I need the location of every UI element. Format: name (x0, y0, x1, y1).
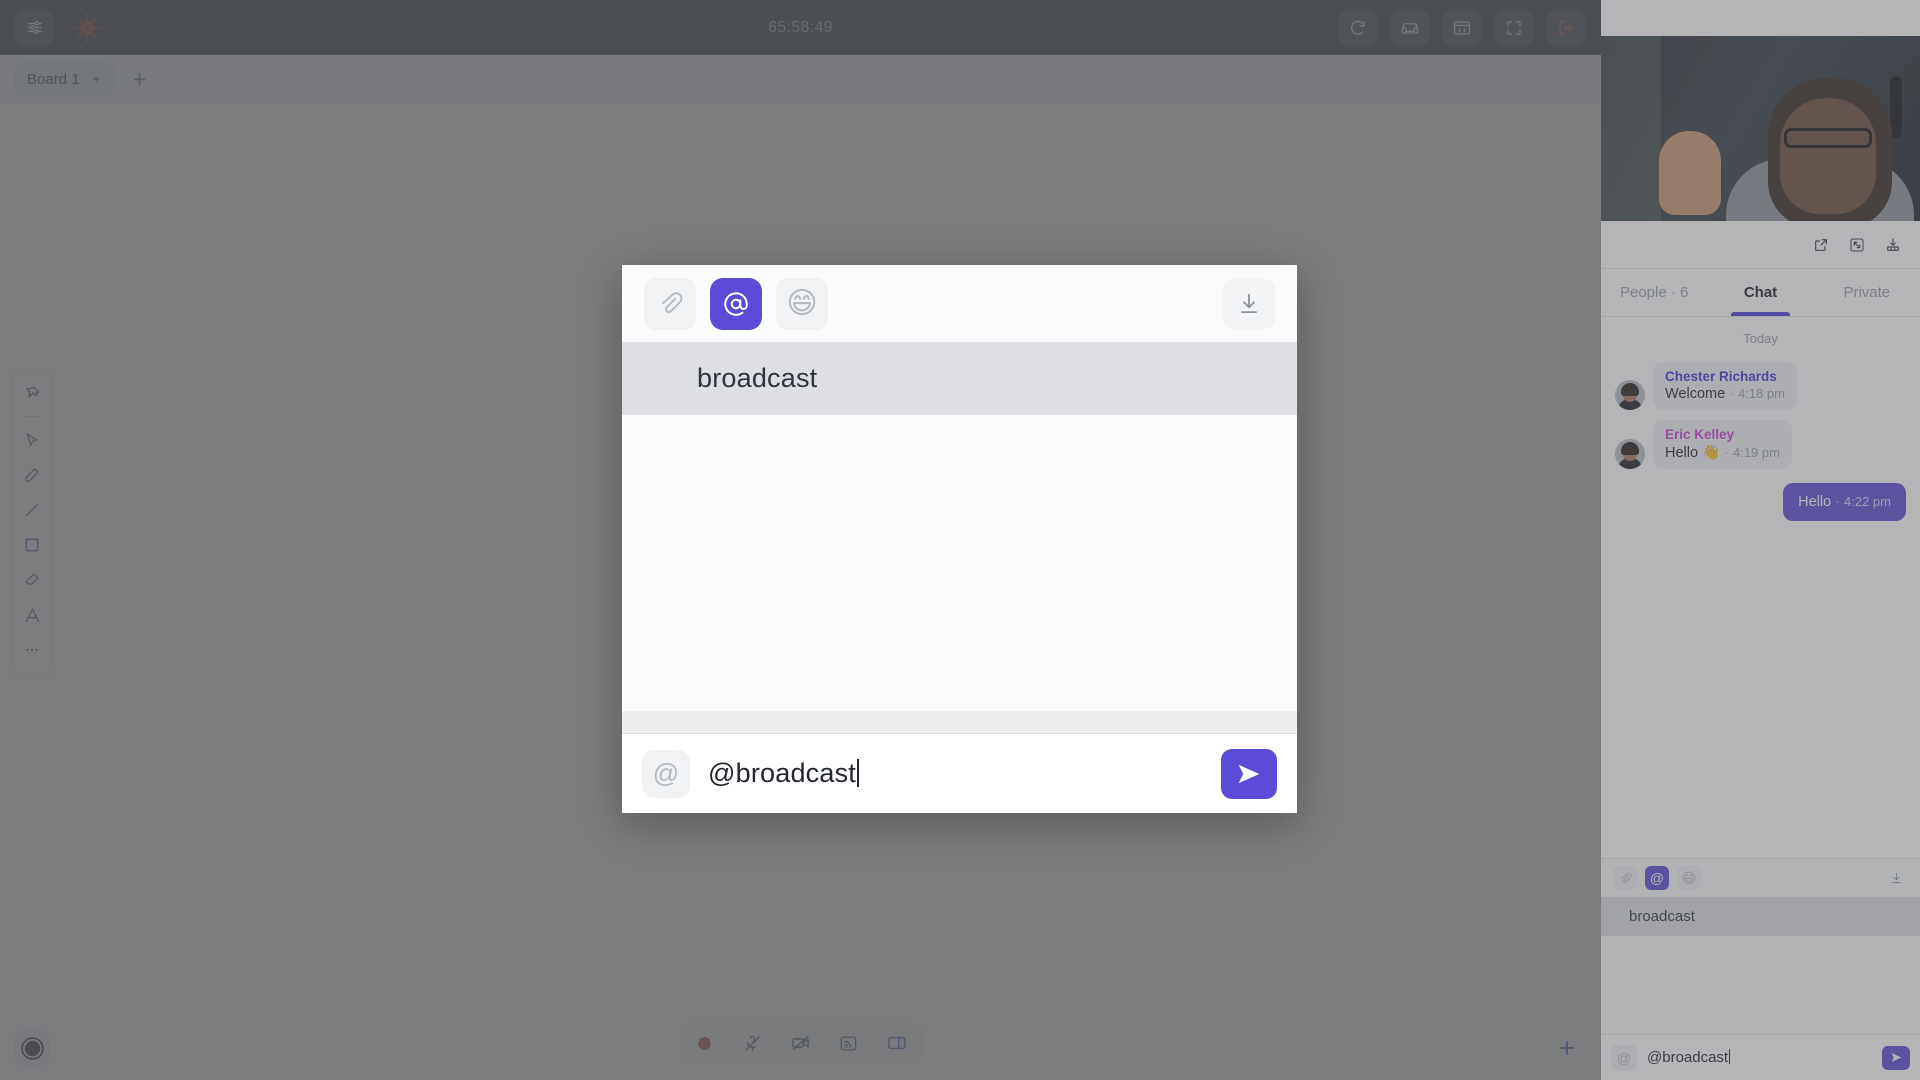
attach-button[interactable] (644, 277, 696, 330)
video-tile[interactable] (1601, 36, 1920, 221)
tab-chat[interactable]: Chat (1707, 269, 1813, 316)
attach-button[interactable] (1613, 866, 1637, 890)
composer-toolbar: @ 😄 (1601, 859, 1920, 897)
tab-private-label: Private (1843, 284, 1891, 301)
screen-root: + Board 1 + (0, 0, 1920, 1080)
download-chat-button[interactable] (1223, 277, 1275, 330)
emoji-button[interactable]: 😄 (1677, 866, 1701, 890)
mention-button[interactable]: @ (1645, 866, 1669, 890)
day-separator: Today (1743, 331, 1778, 346)
send-paper-plane-icon (1891, 1053, 1901, 1062)
right-side-panel: People · 6 Chat Private Today Chester Ri… (1601, 0, 1920, 1080)
dock-down-icon (1887, 237, 1899, 251)
message-bubble: Chester Richards Welcome · 4:18 pm (1653, 362, 1797, 410)
emoji-button[interactable]: 😄 (776, 277, 828, 330)
tab-people[interactable]: People · 6 (1601, 269, 1707, 316)
download-icon (1891, 872, 1901, 883)
message-line: Hello 👋 · 4:19 pm (1665, 444, 1780, 461)
modal-input-row: @ @broadcast (622, 733, 1297, 813)
glasses-icon (1784, 128, 1872, 148)
composer-input-row: @ @broadcast (1601, 1034, 1920, 1080)
composer-body (1601, 936, 1920, 1034)
at-icon: @ (652, 758, 680, 788)
message-line: Hello · 4:22 pm (1798, 494, 1891, 510)
video-background (1601, 36, 1661, 221)
mention-button[interactable] (710, 277, 762, 330)
message-text: Hello 👋 (1665, 445, 1721, 461)
tab-private[interactable]: Private (1814, 269, 1920, 316)
panel-tabs: People · 6 Chat Private (1601, 269, 1920, 317)
at-prefix-button[interactable]: @ (642, 749, 690, 798)
modal-composer-strip (622, 711, 1297, 733)
message-time: 4:19 pm (1732, 445, 1780, 460)
download-icon (1241, 293, 1257, 313)
participant-face (1780, 98, 1876, 214)
chat-message-list[interactable]: Today Chester Richards Welcome·4:18 pm (1601, 317, 1920, 858)
at-icon (724, 291, 748, 316)
external-link-icon (1815, 238, 1827, 251)
panel-action-bar (1601, 221, 1920, 269)
tab-chat-label: Chat (1743, 284, 1778, 301)
message-input[interactable]: @broadcast (1647, 1049, 1872, 1066)
at-icon: @ (1616, 1049, 1632, 1066)
message-author: Chester Richards (1665, 369, 1777, 384)
message-time: 4:22 pm (1844, 494, 1891, 509)
send-button[interactable] (1882, 1045, 1910, 1070)
message-author: Eric Kelley (1665, 427, 1735, 442)
separator-dot: · (1835, 494, 1841, 510)
minimize-arrows-icon (1850, 238, 1864, 251)
message-input-value: @broadcast (1647, 1049, 1729, 1066)
waving-hand (1659, 131, 1721, 215)
send-paper-plane-icon (1238, 764, 1260, 783)
paperclip-icon (1621, 872, 1631, 883)
message-bubble-own: Hello · 4:22 pm (1783, 483, 1906, 521)
text-caret (856, 759, 859, 787)
tab-people-label: People · 6 (1619, 284, 1689, 301)
message-input-value: @broadcast (708, 758, 856, 788)
message-text: Hello (1798, 494, 1832, 510)
chat-message-own: Hello · 4:22 pm (1615, 483, 1906, 521)
message-line: Welcome · 4:18 pm (1665, 386, 1785, 402)
mention-suggestion-item[interactable]: broadcast (1601, 897, 1920, 936)
message-input[interactable]: @broadcast (708, 758, 1203, 789)
chat-composer-modal: 😄 broadcast @ @broadcast (622, 265, 1297, 813)
text-caret (1729, 1049, 1731, 1064)
collapse-button[interactable] (1844, 232, 1870, 258)
headset-icon (1890, 76, 1902, 138)
at-prefix-button[interactable]: @ (1611, 1044, 1637, 1071)
message-time: 4:18 pm (1738, 386, 1785, 401)
at-icon: @ (1649, 870, 1665, 886)
emoji-icon: 😄 (786, 286, 818, 320)
popout-button[interactable] (1808, 232, 1834, 258)
mention-suggestion-item[interactable]: broadcast (622, 342, 1297, 415)
modal-composer-body (622, 415, 1297, 711)
chat-message: Eric Kelley Hello 👋 · 4:19 pm (1615, 420, 1906, 469)
separator-dot: · (1724, 445, 1729, 461)
send-button[interactable] (1221, 748, 1277, 799)
avatar (1615, 439, 1645, 469)
download-chat-button[interactable] (1884, 866, 1908, 890)
chat-message: Chester Richards Welcome · 4:18 pm (1615, 362, 1906, 410)
message-text: Welcome (1665, 386, 1726, 402)
avatar (1615, 380, 1645, 410)
message-bubble: Eric Kelley Hello 👋 · 4:19 pm (1653, 420, 1792, 469)
paperclip-icon (662, 291, 683, 313)
dock-button[interactable] (1880, 232, 1906, 258)
separator-dot: · (1729, 386, 1735, 402)
emoji-icon: 😄 (1681, 869, 1697, 886)
modal-composer-toolbar: 😄 (622, 265, 1297, 342)
chat-composer-docked: @ 😄 broadcast @ @broadcast (1601, 858, 1920, 1080)
